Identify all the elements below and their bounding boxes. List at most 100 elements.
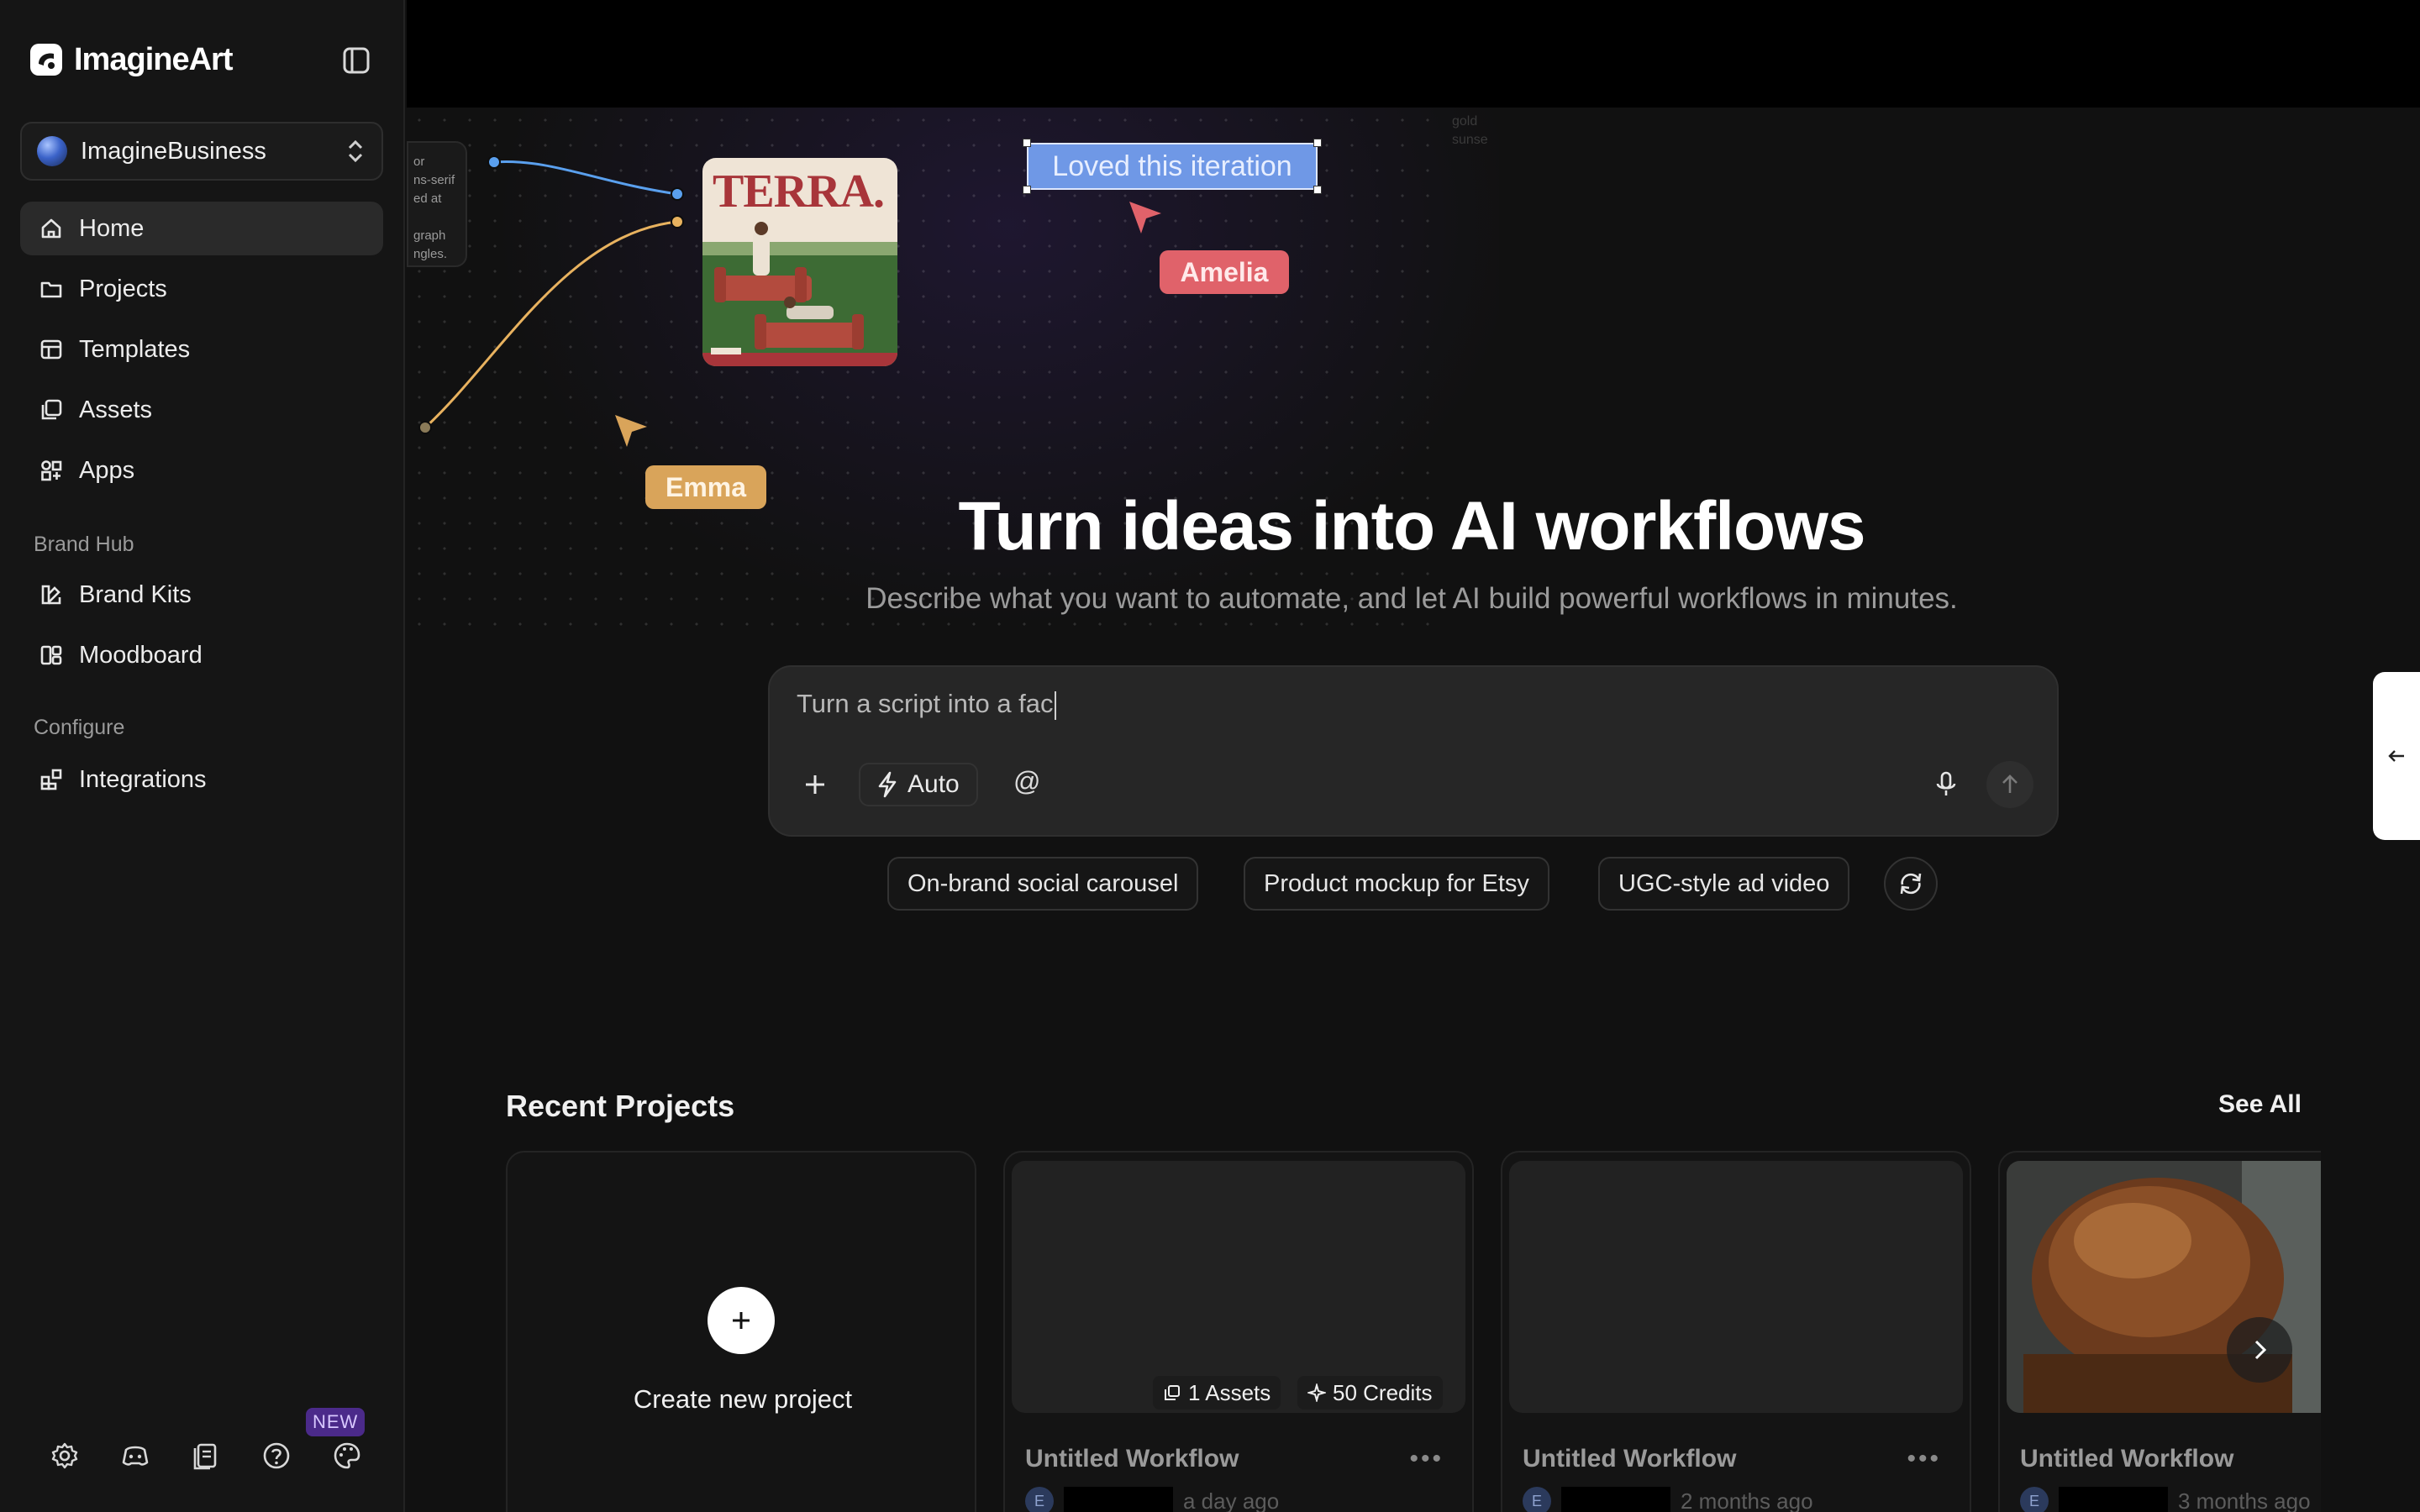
credits-badge: 50 Credits	[1297, 1376, 1443, 1410]
suggestion-chip[interactable]: UGC-style ad video	[1598, 857, 1850, 911]
avatar: E	[1523, 1487, 1551, 1512]
create-project-button[interactable]	[708, 1287, 775, 1354]
sparkle-icon	[1307, 1383, 1326, 1402]
redacted-owner-name	[1561, 1487, 1670, 1512]
sidebar-toggle-icon	[343, 47, 370, 74]
sidebar-item-label: Brand Kits	[79, 580, 192, 608]
project-card[interactable]: 1 Assets 50 Credits Untitled Workflow ••…	[1003, 1151, 1474, 1512]
workspace-selector[interactable]: ImagineBusiness	[20, 122, 383, 181]
project-meta: E 2 months ago	[1523, 1487, 1813, 1512]
brand-kits-icon	[41, 585, 61, 605]
refresh-suggestions-button[interactable]	[1884, 857, 1938, 911]
hero-faded-node-text: gold sunse	[1452, 114, 1488, 147]
workspace-name: ImagineBusiness	[81, 137, 266, 165]
prompt-input[interactable]: Turn a script into a fac	[797, 689, 1973, 720]
chevron-right-icon	[2254, 1340, 2267, 1360]
help-icon[interactable]	[260, 1440, 292, 1472]
create-project-card[interactable]: Create new project	[506, 1151, 976, 1512]
suggestion-chip[interactable]: On-brand social carousel	[887, 857, 1199, 911]
project-meta: E a day ago	[1025, 1487, 1279, 1512]
home-icon	[41, 218, 61, 239]
project-title: Untitled Workflow	[1025, 1445, 1239, 1473]
sidebar-item-moodboard[interactable]: Moodboard	[20, 628, 383, 682]
top-bar	[407, 0, 2420, 108]
project-title: Untitled Workflow	[2020, 1445, 2234, 1473]
side-panel-toggle[interactable]	[2373, 672, 2420, 840]
project-card[interactable]: Untitled Workflow ••• E 2 months ago	[1501, 1151, 1971, 1512]
assets-icon	[1165, 1385, 1180, 1400]
redacted-owner-name	[2059, 1487, 2168, 1512]
sidebar-item-home[interactable]: Home	[20, 202, 383, 255]
collaborator-cursor-emma: Emma	[645, 465, 766, 509]
docs-icon[interactable]	[190, 1440, 222, 1472]
refresh-icon	[1900, 873, 1922, 895]
selection-handle	[1313, 139, 1322, 147]
workflow-prompt-box: Turn a script into a fac Auto @	[768, 665, 2059, 837]
project-time: 2 months ago	[1681, 1488, 1813, 1512]
arrow-left-icon	[2388, 750, 2404, 762]
project-time: a day ago	[1183, 1488, 1280, 1512]
redacted-owner-name	[1064, 1487, 1173, 1512]
carousel-next-button[interactable]	[2227, 1317, 2292, 1383]
selection-handle	[1023, 139, 1031, 147]
gear-icon[interactable]	[49, 1440, 81, 1472]
assets-icon	[41, 399, 62, 420]
project-thumbnail: 1 Assets 50 Credits	[1012, 1161, 1465, 1413]
collapse-sidebar-button[interactable]	[339, 44, 373, 77]
assets-count: 1 Assets	[1188, 1379, 1271, 1405]
sidebar-item-templates[interactable]: Templates	[20, 323, 383, 376]
sidebar-item-label: Templates	[79, 335, 191, 363]
brand-hub-heading: Brand Hub	[34, 533, 134, 556]
sidebar-item-brand-kits[interactable]: Brand Kits	[20, 568, 383, 622]
project-time: 3 months ago	[2178, 1488, 2311, 1512]
mode-label: Auto	[908, 770, 960, 798]
sidebar-item-apps[interactable]: Apps	[20, 444, 383, 497]
avatar: E	[1025, 1487, 1054, 1512]
collaborator-cursor-amelia: Amelia	[1160, 250, 1289, 294]
integrations-icon	[40, 769, 62, 790]
send-button[interactable]	[1986, 761, 2033, 808]
app-name: ImagineArt	[74, 41, 233, 77]
suggestion-chip[interactable]: Product mockup for Etsy	[1244, 857, 1549, 911]
hero-node-card: or ns-serif ed at graph ngles.	[407, 141, 467, 267]
app-logo[interactable]: ImagineArt	[29, 40, 233, 79]
sidebar-item-label: Integrations	[79, 765, 207, 793]
page-subtitle: Describe what you want to automate, and …	[865, 582, 1958, 615]
mention-button[interactable]: @	[1013, 766, 1040, 797]
plus-icon	[806, 775, 824, 794]
microphone-icon	[1936, 771, 1956, 795]
recent-projects-heading: Recent Projects	[506, 1089, 735, 1123]
folder-icon	[40, 281, 62, 298]
sidebar-item-projects[interactable]: Projects	[20, 262, 383, 316]
sidebar: ImagineArt ImagineBusiness Home Projects…	[0, 0, 405, 1512]
project-title: Untitled Workflow	[1523, 1445, 1737, 1473]
sidebar-item-assets[interactable]: Assets	[20, 383, 383, 437]
text-caret	[1054, 690, 1056, 720]
voice-input-button[interactable]	[1929, 768, 1963, 801]
sidebar-item-integrations[interactable]: Integrations	[20, 753, 383, 806]
recent-projects-carousel: Create new project 1 Assets 50 Credits U…	[504, 1151, 2321, 1512]
cursor-pointer-icon	[615, 415, 647, 447]
sidebar-item-label: Apps	[79, 456, 135, 484]
add-attachment-button[interactable]	[798, 768, 832, 801]
arrow-up-icon	[2002, 774, 2018, 793]
palette-icon[interactable]	[331, 1440, 363, 1472]
selection-handle	[1313, 186, 1322, 194]
page-title: Turn ideas into AI workflows	[958, 488, 1865, 564]
project-more-button[interactable]: •••	[1907, 1445, 1941, 1473]
apps-icon	[41, 460, 62, 481]
lightning-icon	[878, 771, 897, 798]
selection-handle	[1023, 186, 1031, 194]
discord-icon[interactable]	[119, 1440, 151, 1472]
mode-selector-button[interactable]: Auto	[859, 763, 978, 806]
see-all-link[interactable]: See All	[2218, 1090, 2302, 1119]
cursor-pointer-icon	[1129, 202, 1161, 234]
project-more-button[interactable]: •••	[1409, 1445, 1444, 1473]
sidebar-footer	[49, 1440, 363, 1472]
prompt-input-value: Turn a script into a fac	[797, 689, 1054, 718]
credits-count: 50 Credits	[1333, 1379, 1433, 1405]
avatar: E	[2020, 1487, 2049, 1512]
terra-poster-image: TERRA.	[702, 158, 897, 366]
templates-icon	[40, 339, 62, 360]
moodboard-icon	[40, 645, 62, 665]
